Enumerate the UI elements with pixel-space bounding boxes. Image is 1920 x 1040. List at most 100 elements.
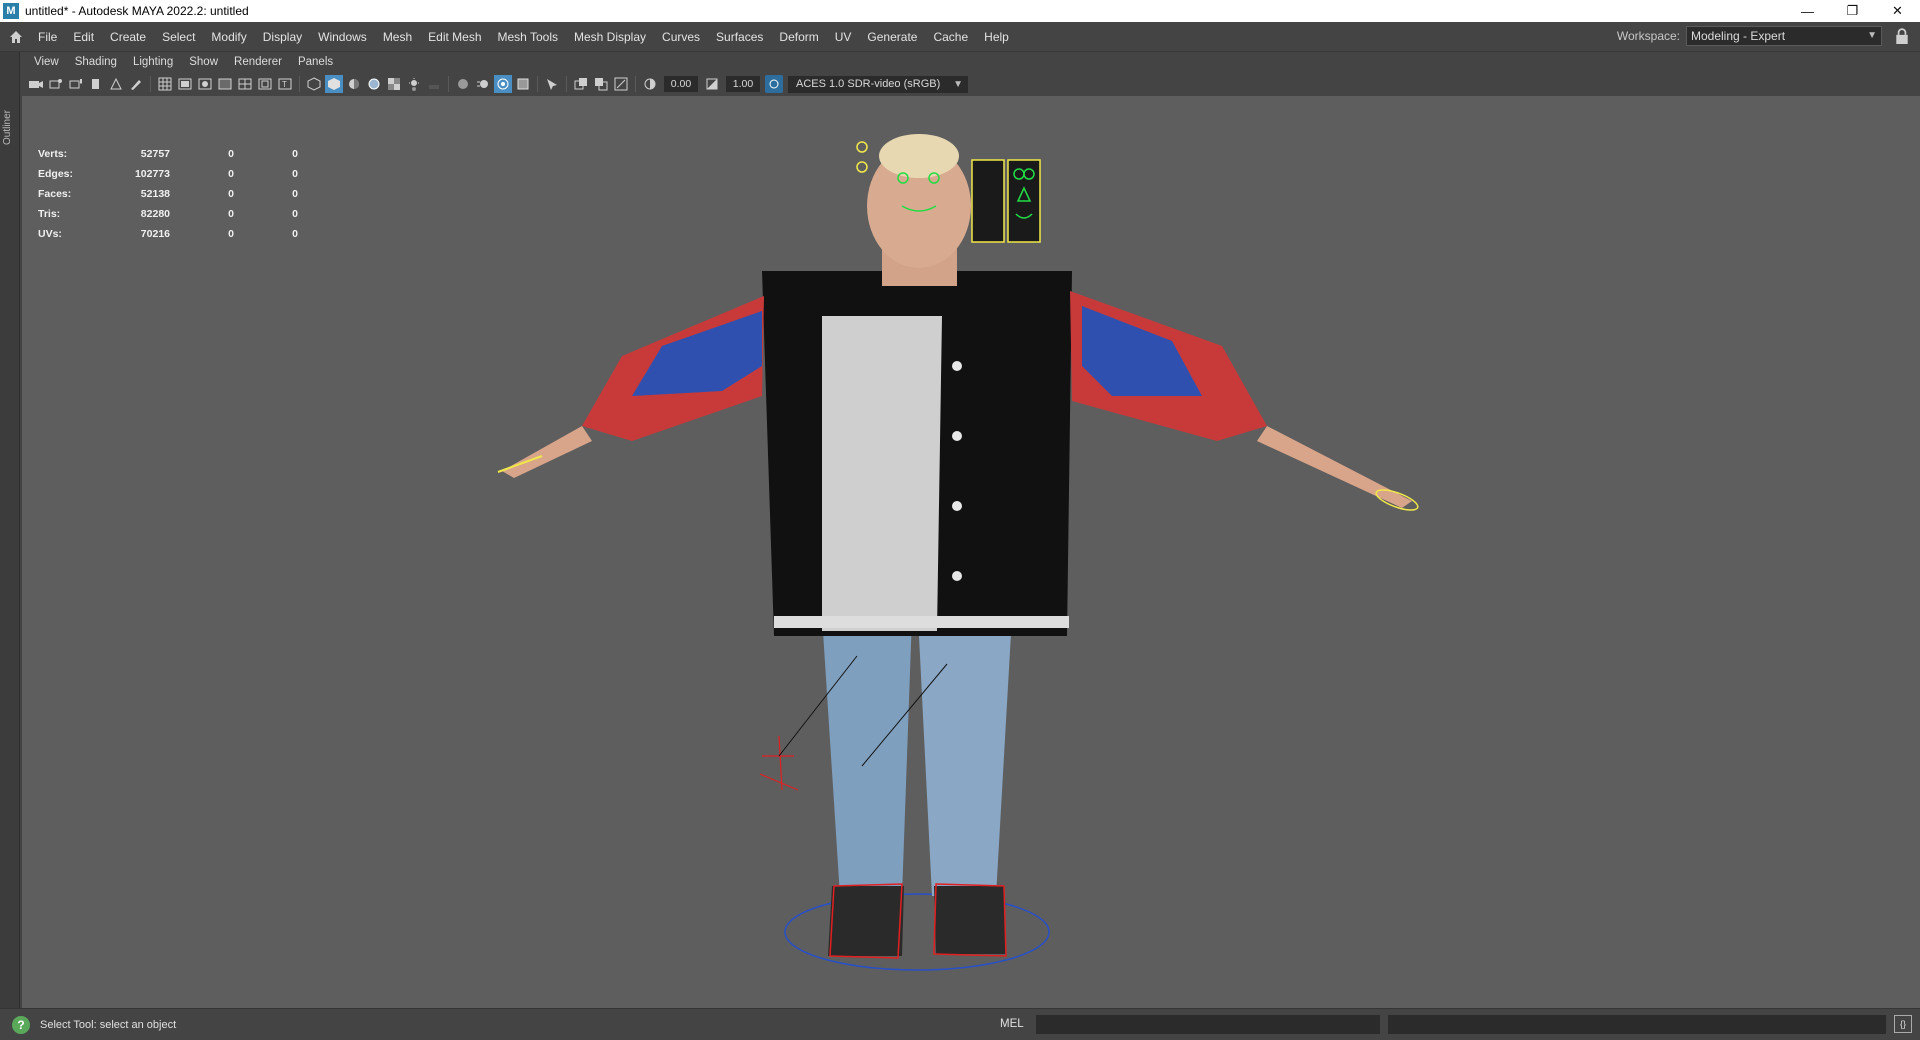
menu-deform[interactable]: Deform (771, 22, 826, 52)
menu-modify[interactable]: Modify (203, 22, 254, 52)
menu-display[interactable]: Display (255, 22, 310, 52)
xray-active-components-icon[interactable] (592, 75, 610, 93)
resolution-gate-icon[interactable] (196, 75, 214, 93)
screen-space-ao-icon[interactable] (454, 75, 472, 93)
minimize-button[interactable]: — (1785, 0, 1830, 22)
head-control-dot (856, 161, 868, 173)
right-boot (934, 886, 1006, 954)
toolbar-divider (150, 76, 151, 92)
select-camera-icon[interactable] (27, 75, 45, 93)
menu-mesh-display[interactable]: Mesh Display (566, 22, 654, 52)
exposure-field[interactable]: 0.00 (664, 76, 698, 92)
restore-button[interactable]: ❐ (1830, 0, 1875, 22)
character-model[interactable] (22, 96, 1920, 1008)
panel-menu-panels[interactable]: Panels (290, 56, 341, 68)
menu-select[interactable]: Select (154, 22, 203, 52)
script-editor-icon[interactable]: {} (1894, 1015, 1912, 1033)
xray-icon[interactable] (572, 75, 590, 93)
gamma-icon[interactable] (703, 75, 721, 93)
exposure-icon[interactable] (641, 75, 659, 93)
menu-windows[interactable]: Windows (310, 22, 375, 52)
left-boot (828, 886, 904, 956)
outliner-tab-label[interactable]: Outliner (2, 110, 13, 145)
title-bar: M untitled* - Autodesk MAYA 2022.2: unti… (0, 0, 1920, 22)
jacket-hem-stripes (774, 616, 1069, 628)
menu-file[interactable]: File (30, 22, 65, 52)
jacket-button (952, 361, 962, 371)
lock-icon[interactable] (1894, 28, 1910, 44)
gamma-field[interactable]: 1.00 (726, 76, 760, 92)
jacket-button (952, 571, 962, 581)
shadows-icon[interactable] (425, 75, 443, 93)
workspace-dropdown[interactable]: Modeling - Expert ▼ (1686, 26, 1882, 46)
command-line-input[interactable] (1036, 1015, 1380, 1034)
menu-edit[interactable]: Edit (65, 22, 102, 52)
panel-menu-bar: View Shading Lighting Show Renderer Pane… (22, 52, 1920, 72)
chevron-down-icon: ▼ (1867, 30, 1877, 41)
safe-action-icon[interactable] (256, 75, 274, 93)
workspace-label: Workspace: (1616, 29, 1680, 43)
panel-menu-renderer[interactable]: Renderer (226, 56, 290, 68)
isolate-select-icon[interactable] (543, 75, 561, 93)
help-line-text: Select Tool: select an object (40, 1018, 177, 1031)
jacket-button (952, 501, 962, 511)
menu-create[interactable]: Create (102, 22, 154, 52)
menu-cache[interactable]: Cache (925, 22, 976, 52)
panel-toolbar: T 0.00 1.00 ACES 1.0 SDR-video (sRGB) ▼ (22, 72, 1920, 96)
image-plane-icon[interactable] (87, 75, 105, 93)
head-control-dot (856, 141, 868, 153)
textured-icon[interactable] (385, 75, 403, 93)
motion-blur-icon[interactable] (474, 75, 492, 93)
workspace-selector: Workspace: Modeling - Expert ▼ (1617, 26, 1910, 46)
view-transform-value: ACES 1.0 SDR-video (sRGB) (796, 77, 941, 90)
help-line: ? Select Tool: select an object MEL {} (0, 1008, 1920, 1040)
depth-of-field-icon[interactable] (514, 75, 532, 93)
camera-attributes-icon[interactable] (47, 75, 65, 93)
multisample-aa-icon[interactable] (494, 75, 512, 93)
menu-mesh-tools[interactable]: Mesh Tools (490, 22, 566, 52)
panel-menu-view[interactable]: View (26, 56, 67, 68)
left-leg-jeans (822, 616, 912, 896)
help-icon[interactable]: ? (12, 1015, 30, 1034)
perspective-viewport[interactable]: Verts: 52757 0 0 Edges: 102773 0 0 Faces… (22, 96, 1920, 1038)
2d-pan-zoom-icon[interactable] (107, 75, 125, 93)
grid-icon[interactable] (156, 75, 174, 93)
safe-title-icon[interactable]: T (276, 75, 294, 93)
panel-menu-lighting[interactable]: Lighting (125, 56, 181, 68)
home-icon[interactable] (2, 23, 30, 51)
light-locator (759, 735, 799, 791)
outliner-strip[interactable]: Outliner (0, 52, 20, 1008)
menu-mesh[interactable]: Mesh (375, 22, 420, 52)
close-button[interactable]: ✕ (1875, 0, 1920, 22)
use-default-material-icon[interactable] (345, 75, 363, 93)
wireframe-on-shaded-icon[interactable] (365, 75, 383, 93)
workspace-value: Modeling - Expert (1691, 29, 1786, 43)
film-gate-icon[interactable] (176, 75, 194, 93)
menu-surfaces[interactable]: Surfaces (708, 22, 771, 52)
wireframe-icon[interactable] (305, 75, 323, 93)
facial-rig-panel (971, 159, 1005, 243)
color-management-icon[interactable] (765, 75, 783, 93)
left-hand (502, 426, 592, 478)
smooth-shade-icon[interactable] (325, 75, 343, 93)
field-chart-icon[interactable] (236, 75, 254, 93)
chevron-down-icon: ▼ (953, 78, 963, 90)
command-language-toggle[interactable]: MEL (1000, 1018, 1024, 1030)
menu-help[interactable]: Help (976, 22, 1017, 52)
panel-menu-shading[interactable]: Shading (67, 56, 125, 68)
hair (879, 134, 959, 178)
gate-mask-icon[interactable] (216, 75, 234, 93)
toolbar-divider (566, 76, 567, 92)
menu-generate[interactable]: Generate (859, 22, 925, 52)
panel-menu-show[interactable]: Show (181, 56, 226, 68)
svg-text:T: T (282, 80, 287, 89)
use-all-lights-icon[interactable] (405, 75, 423, 93)
xray-joints-icon[interactable] (612, 75, 630, 93)
view-transform-dropdown[interactable]: ACES 1.0 SDR-video (sRGB) ▼ (788, 75, 968, 93)
menu-uv[interactable]: UV (827, 22, 860, 52)
menu-curves[interactable]: Curves (654, 22, 708, 52)
bookmarks-icon[interactable] (67, 75, 85, 93)
menu-edit-mesh[interactable]: Edit Mesh (420, 22, 489, 52)
toolbar-divider (448, 76, 449, 92)
grease-pencil-icon[interactable] (127, 75, 145, 93)
